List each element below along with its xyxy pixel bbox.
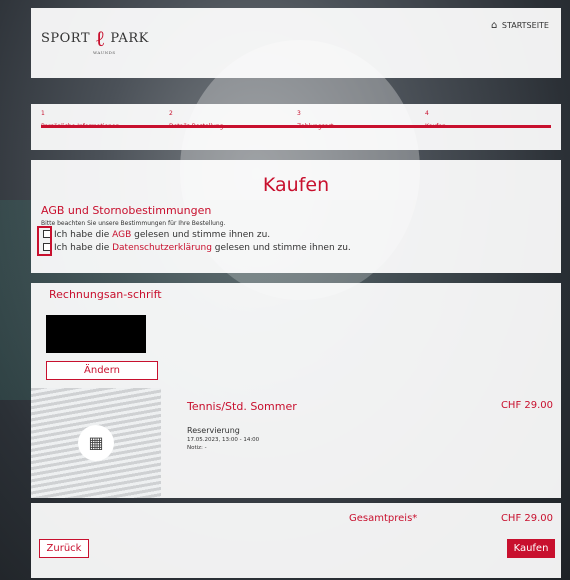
product-date: 17.05.2023, 13:00 - 14:00 [187, 437, 260, 443]
checkout-steps: 1 Persönliche Informationen 2 Details Be… [31, 104, 561, 150]
step-number: 3 [297, 110, 301, 117]
privacy-text-prefix: Ich habe die [54, 243, 113, 253]
step-number: 2 [169, 110, 173, 117]
order-total: Gesamtpreis* CHF 29.00 Zurück Kaufen [31, 503, 561, 578]
agb-heading: AGB und Stornobestimmungen [41, 204, 212, 217]
logo-text-left: SPORT [41, 31, 91, 46]
agb-link[interactable]: AGB [112, 230, 131, 240]
agb-hint: Bitte beachten Sie unsere Bestimmungen f… [41, 220, 226, 227]
agb-text-suffix: gelesen und stimme ihnen zu. [131, 230, 271, 240]
progress-bar [41, 125, 551, 128]
checkout-page: SPORT ℓ PARK WAUNDS ⌂ STARTSEITE 1 Persö… [31, 8, 561, 578]
checkbox-highlight [37, 226, 52, 256]
agb-consent-row: Ich habe die AGB gelesen und stimme ihne… [43, 230, 270, 240]
total-label: Gesamtpreis* [349, 513, 418, 524]
home-icon: ⌂ [490, 20, 498, 31]
product-price: CHF 29.00 [500, 400, 553, 411]
billing-address: Rechnungsan-schrift Ändern [31, 283, 561, 388]
product-subtitle: Reservierung [187, 426, 240, 435]
step-number: 1 [41, 110, 45, 117]
privacy-consent-row: Ich habe die Datenschutzerklärung gelese… [43, 243, 351, 253]
home-link[interactable]: ⌂ STARTSEITE [491, 20, 549, 31]
change-address-button[interactable]: Ändern [46, 361, 158, 380]
home-label: STARTSEITE [501, 21, 549, 30]
product-note: Notiz: - [187, 445, 207, 451]
total-value: CHF 29.00 [500, 513, 553, 524]
logo-figure-icon: ℓ [94, 27, 106, 52]
header: SPORT ℓ PARK WAUNDS ⌂ STARTSEITE [31, 8, 561, 78]
order-item: ▦ Tennis/Std. Sommer Reservierung 17.05.… [31, 388, 561, 498]
redacted-address [46, 315, 146, 353]
logo[interactable]: SPORT ℓ PARK WAUNDS [41, 26, 149, 55]
product-title: Tennis/Std. Sommer [187, 400, 297, 413]
step-number: 4 [425, 110, 429, 117]
buy-button[interactable]: Kaufen [507, 539, 555, 558]
back-button[interactable]: Zurück [39, 539, 89, 558]
calendar-icon: ▦ [78, 425, 114, 461]
product-image: ▦ [31, 388, 161, 498]
logo-text-right: PARK [110, 31, 149, 46]
privacy-text-suffix: gelesen und stimme ihnen zu. [211, 243, 351, 253]
terms-section: Kaufen AGB und Stornobestimmungen Bitte … [31, 160, 561, 273]
logo-subtext: WAUNDS [93, 50, 116, 55]
billing-address-label: Rechnungsan-schrift [49, 288, 162, 301]
privacy-link[interactable]: Datenschutzerklärung [112, 243, 212, 253]
agb-text-prefix: Ich habe die [54, 230, 113, 240]
page-title: Kaufen [262, 174, 330, 196]
